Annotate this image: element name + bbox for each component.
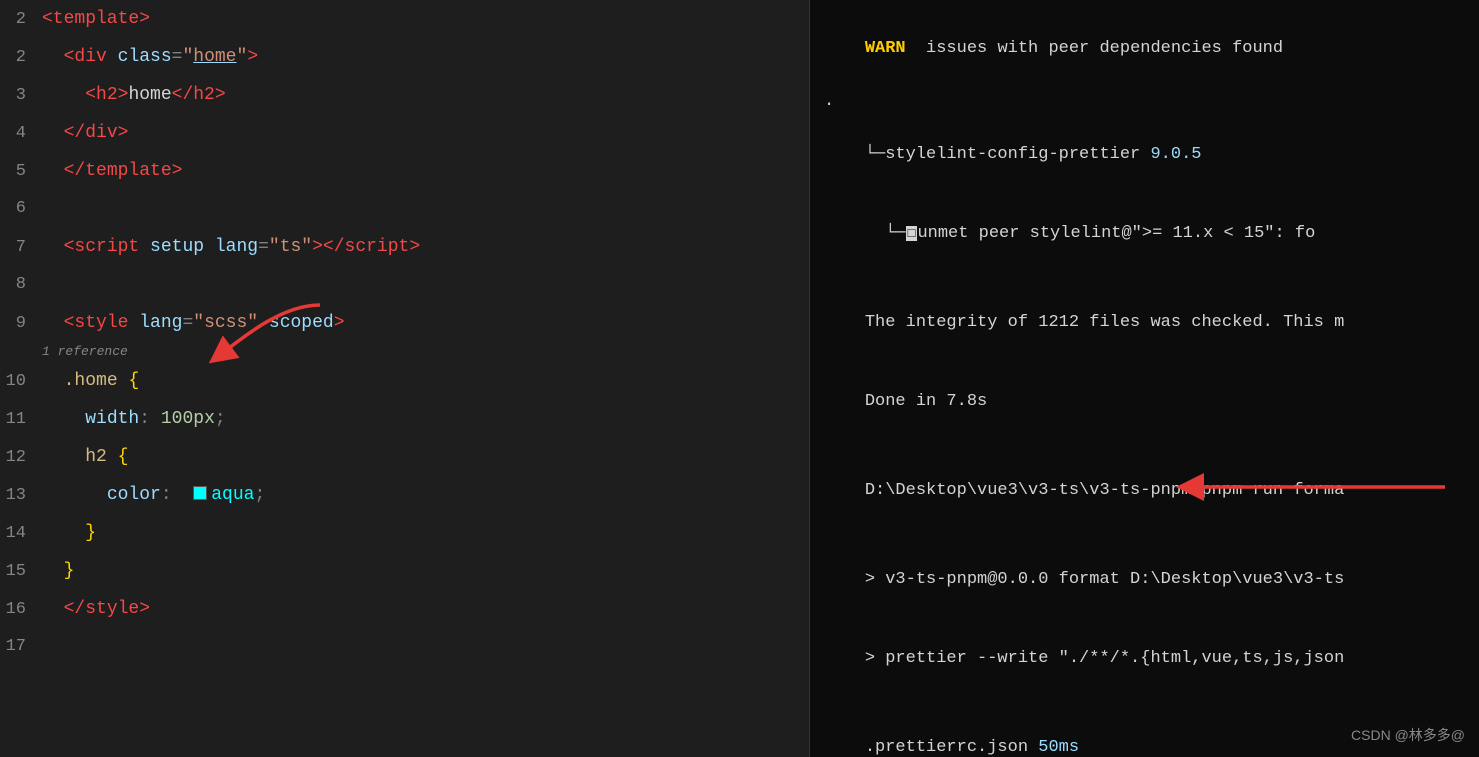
line-num: 6 (0, 190, 42, 228)
code-line-1: 2 <template> (0, 0, 809, 38)
reference-label: 1 reference (0, 342, 809, 362)
code-line-13: 13 color: aqua; (0, 476, 809, 514)
code-line-3: 3 <h2>home</h2> (0, 76, 809, 114)
code-text: color: aqua; (42, 476, 265, 514)
code-text: <template> (42, 0, 150, 38)
code-line-4: 4 </div> (0, 114, 809, 152)
code-line-7: 7 <script setup lang="ts"></script> (0, 228, 809, 266)
code-text: h2 { (42, 438, 128, 476)
code-text: </template> (42, 152, 182, 190)
line-num: 2 (0, 39, 42, 77)
code-text: } (42, 552, 74, 590)
code-line-14: 14 } (0, 514, 809, 552)
line-num: 8 (0, 266, 42, 304)
code-line-15: 15 } (0, 552, 809, 590)
code-text: width: 100px; (42, 400, 226, 438)
terminal-done: Done in 7.8s (824, 362, 1465, 441)
line-num: 5 (0, 153, 42, 191)
code-line-5: 5 </template> (0, 152, 809, 190)
code-text: <h2>home</h2> (42, 76, 226, 114)
line-num: 17 (0, 628, 42, 666)
code-line-10: 10 .home { (0, 362, 809, 400)
terminal-line-dot: . (824, 89, 1465, 115)
line-num: 9 (0, 305, 42, 343)
line-num: 14 (0, 515, 42, 553)
terminal-v3-format: > v3-ts-pnpm@0.0.0 format D:\Desktop\vue… (824, 541, 1465, 620)
code-editor: 2 <template> 2 <div class="home"> 3 <h2>… (0, 0, 810, 757)
watermark: CSDN @林多多@ (1351, 725, 1465, 745)
line-num: 3 (0, 77, 42, 115)
color-swatch-aqua (193, 486, 207, 500)
terminal-line-stylelint: └─stylelint-config-prettier 9.0.5 (824, 115, 1465, 194)
line-num: 2 (0, 1, 42, 39)
code-text: </style> (42, 590, 150, 628)
line-num: 11 (0, 401, 42, 439)
code-line-17: 17 (0, 628, 809, 666)
code-line-11: 11 width: 100px; (0, 400, 809, 438)
terminal-prettier: > prettier --write "./**/*.{html,vue,ts,… (824, 620, 1465, 699)
terminal-integrity: The integrity of 1212 files was checked.… (824, 283, 1465, 362)
line-num: 12 (0, 439, 42, 477)
line-num: 7 (0, 229, 42, 267)
line-num: 16 (0, 591, 42, 629)
code-line-9: 9 <style lang="scss" scoped> (0, 304, 809, 342)
code-text: <div class="home"> (42, 38, 258, 76)
code-line-2: 2 <div class="home"> (0, 38, 809, 76)
code-text: .home { (42, 362, 139, 400)
line-num: 10 (0, 363, 42, 401)
code-line-6: 6 (0, 190, 809, 228)
code-text: </div> (42, 114, 128, 152)
code-text: <script setup lang="ts"></script> (42, 228, 420, 266)
terminal-line-unmet: └─□unmet peer stylelint@">= 11.x < 15": … (824, 194, 1465, 273)
code-line-8: 8 (0, 266, 809, 304)
line-num: 13 (0, 477, 42, 515)
code-text: <style lang="scss" scoped> (42, 304, 345, 342)
code-line-12: 12 h2 { (0, 438, 809, 476)
line-num: 4 (0, 115, 42, 153)
code-text: } (42, 514, 96, 552)
terminal-panel: WARN issues with peer dependencies found… (810, 0, 1479, 757)
terminal-prompt-1: D:\Desktop\vue3\v3-ts\v3-ts-pnpm>pnpm ru… (824, 452, 1465, 531)
terminal-line-warn: WARN issues with peer dependencies found (824, 10, 1465, 89)
line-num: 15 (0, 553, 42, 591)
code-line-16: 16 </style> (0, 590, 809, 628)
